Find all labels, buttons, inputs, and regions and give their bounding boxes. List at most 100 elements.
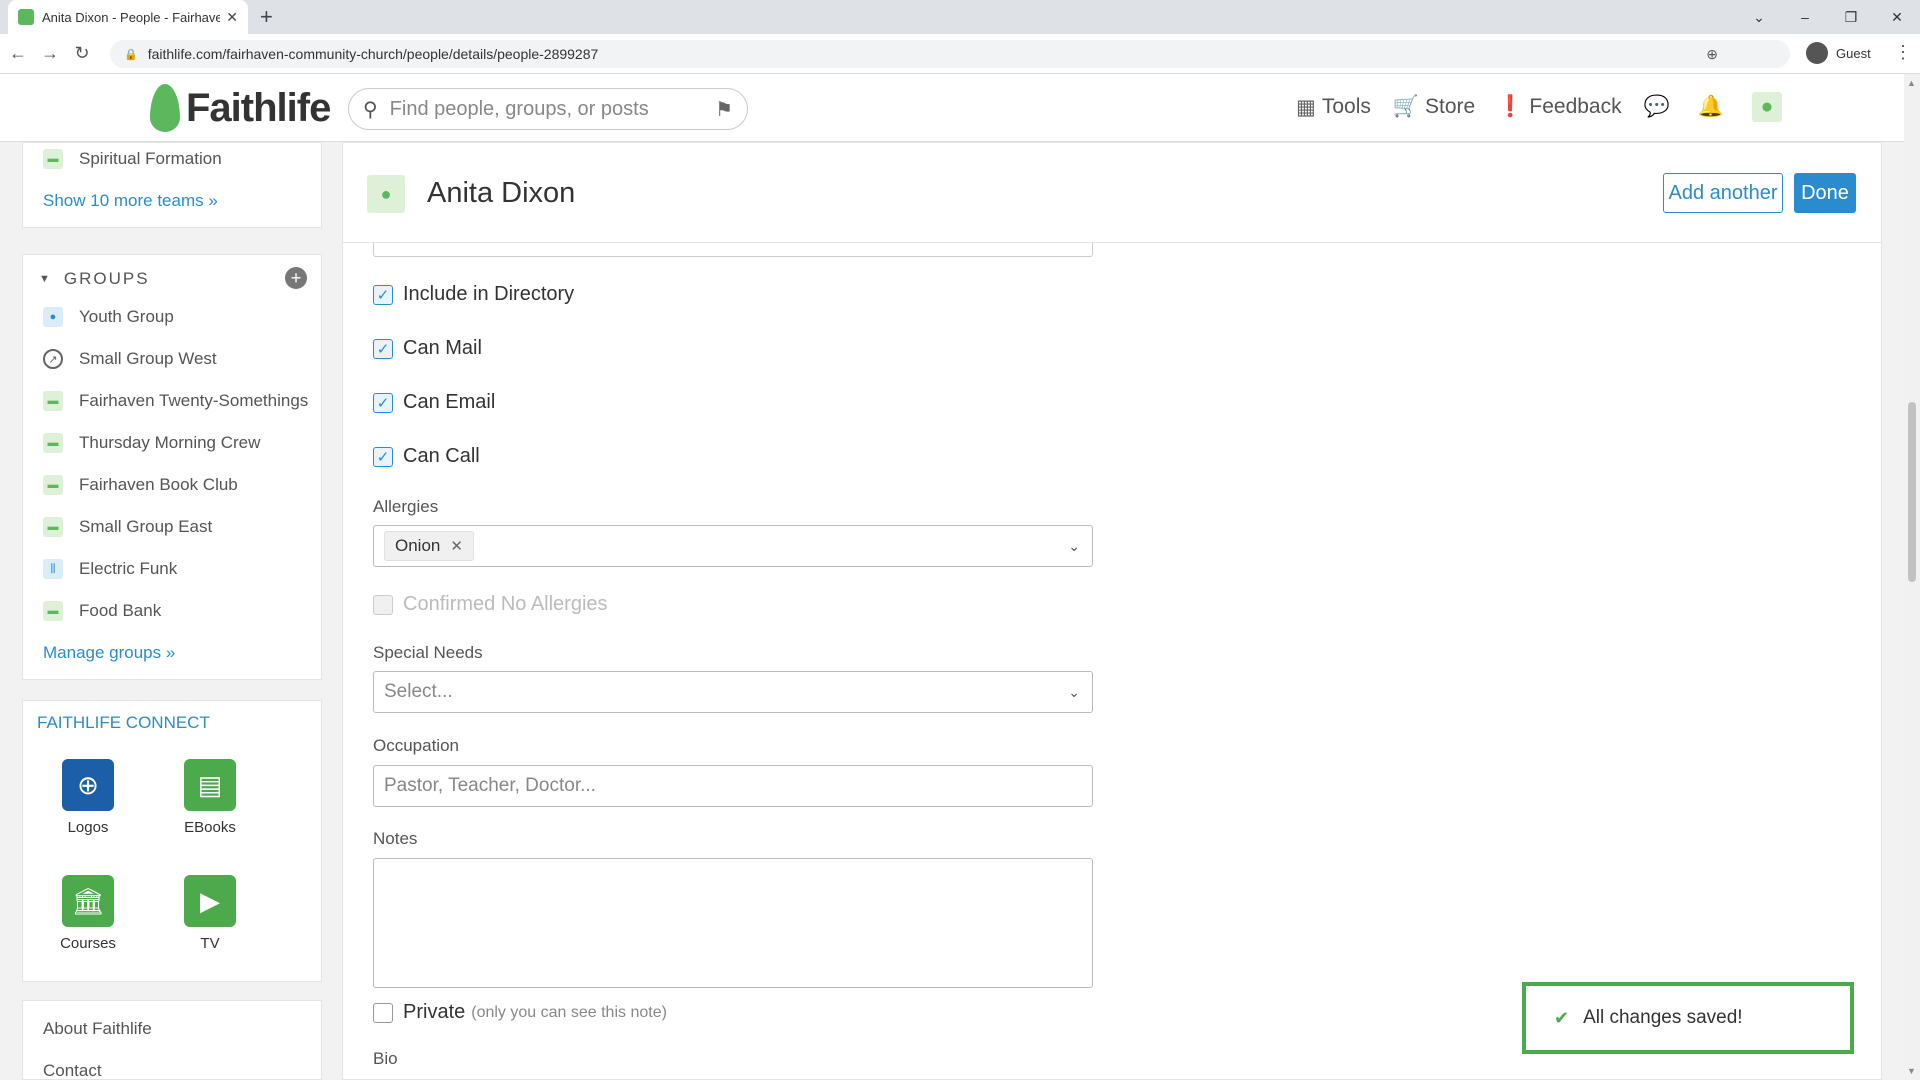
group-label: Small Group West <box>79 349 217 368</box>
tools-menu[interactable]: ▦ Tools <box>1296 95 1371 120</box>
reload-icon[interactable]: ↻ <box>68 43 96 64</box>
checkbox-label: Can Email <box>403 391 496 413</box>
store-label: Store <box>1425 95 1476 118</box>
checkbox-label: Private <box>403 1001 466 1023</box>
url-text: faithlife.com/fairhaven-community-church… <box>147 46 599 62</box>
can-email-checkbox[interactable]: ✓ Can Email <box>373 391 495 414</box>
browser-menu-icon[interactable]: ⋮ <box>1894 42 1912 63</box>
sidebar-item-group[interactable]: ● Youth Group <box>43 307 174 327</box>
cart-icon: 🛒 <box>1392 95 1420 118</box>
allergy-tag: Onion ✕ <box>384 531 474 561</box>
group-icon: ▬ <box>43 391 63 411</box>
back-icon[interactable]: ← <box>4 43 32 64</box>
allergies-select[interactable]: Onion ✕ ⌄ <box>373 525 1093 567</box>
compass-icon: ↗ <box>43 349 63 369</box>
tab-search-icon[interactable]: ⌄ <box>1736 0 1782 34</box>
person-icon: ● <box>1760 95 1774 118</box>
address-bar: ← → ↻ 🔒 faithlife.com/fairhaven-communit… <box>0 34 1920 74</box>
sidebar-item-group[interactable]: ▬ Fairhaven Book Club <box>43 475 238 495</box>
scrollbar-thumb[interactable] <box>1908 402 1916 582</box>
restore-icon[interactable]: ❐ <box>1828 0 1874 34</box>
show-more-teams-link[interactable]: Show 10 more teams » <box>43 191 218 211</box>
zoom-icon[interactable]: ⊕ <box>1706 46 1718 63</box>
checkmark-icon: ✔ <box>1554 1007 1570 1028</box>
user-avatar[interactable]: ● <box>1751 92 1782 122</box>
add-another-button[interactable]: Add another <box>1663 173 1783 213</box>
sidebar-item-group[interactable]: ▬ Thursday Morning Crew <box>43 433 260 453</box>
close-window-icon[interactable]: ✕ <box>1874 0 1920 34</box>
groups-header[interactable]: ▼ GROUPS <box>39 269 150 289</box>
scroll-down-icon[interactable]: ▼ <box>1907 1066 1916 1076</box>
about-faithlife-link[interactable]: About Faithlife <box>43 1019 152 1039</box>
private-checkbox[interactable]: Private (only you can see this note) <box>373 1001 667 1024</box>
special-needs-select[interactable]: Select... ⌄ <box>373 671 1093 713</box>
close-tab-icon[interactable]: ✕ <box>226 9 238 26</box>
search-input[interactable]: ⚲ Find people, groups, or posts ⚑ <box>348 88 748 130</box>
play-icon: ▶ <box>184 875 236 927</box>
faithlife-connect-card: FAITHLIFE CONNECT ⊕ Logos ▤ EBooks 🏛 Cou… <box>22 700 322 982</box>
feedback-menu[interactable]: ❗ Feedback <box>1497 95 1621 119</box>
private-hint: (only you can see this note) <box>471 1003 667 1021</box>
search-icon: ⚲ <box>363 98 378 121</box>
messages-button[interactable]: 💬 <box>1644 95 1676 119</box>
app-tv[interactable]: ▶ TV <box>165 875 255 952</box>
include-in-directory-checkbox[interactable]: ✓ Include in Directory <box>373 283 574 306</box>
page-scrollbar[interactable]: ▲ ▼ <box>1904 74 1920 1080</box>
tab-title: Anita Dixon - People - Fairhaven <box>42 9 221 25</box>
sidebar-item-group[interactable]: ▬ Fairhaven Twenty-Somethings <box>43 391 308 411</box>
checkbox-icon <box>373 594 393 615</box>
checkbox-label: Confirmed No Allergies <box>403 593 608 615</box>
location-pin-icon[interactable]: ⚑ <box>715 97 733 122</box>
occupation-label: Occupation <box>373 736 459 755</box>
app-label: EBooks <box>184 819 236 836</box>
sidebar-item-group[interactable]: ⫼ Electric Funk <box>43 559 177 579</box>
chat-icon: 💬 <box>1643 95 1670 118</box>
notes-textarea[interactable] <box>373 858 1093 988</box>
occupation-input[interactable] <box>373 765 1093 807</box>
app-label: Logos <box>67 819 109 836</box>
person-edit-panel: ✓ Include in Directory ✓ Can Mail ✓ Can … <box>342 142 1882 1080</box>
store-menu[interactable]: 🛒 Store <box>1393 95 1475 119</box>
allergy-tag-label: Onion <box>395 536 441 555</box>
tools-label: Tools <box>1321 95 1371 118</box>
checkmark-icon: ✓ <box>373 446 393 467</box>
app-ebooks[interactable]: ▤ EBooks <box>165 759 255 836</box>
manage-groups-link[interactable]: Manage groups » <box>43 643 175 663</box>
chevron-down-icon[interactable]: ⌄ <box>1068 538 1080 555</box>
app-logos[interactable]: ⊕ Logos <box>43 759 133 836</box>
done-button[interactable]: Done <box>1794 173 1856 213</box>
sidebar-item-group[interactable]: ▬ Food Bank <box>43 601 161 621</box>
profile-avatar-icon <box>1806 42 1828 64</box>
connect-title: FAITHLIFE CONNECT <box>37 713 210 732</box>
person-avatar-icon: ● <box>367 175 405 213</box>
partial-select-field[interactable] <box>373 243 1093 257</box>
allergies-label: Allergies <box>373 497 439 516</box>
can-call-checkbox[interactable]: ✓ Can Call <box>373 445 480 468</box>
checkmark-icon: ✓ <box>373 284 393 305</box>
faithlife-favicon-icon <box>18 9 34 25</box>
app-courses[interactable]: 🏛 Courses <box>43 875 133 952</box>
profile-button[interactable]: Guest <box>1806 42 1871 64</box>
contact-link[interactable]: Contact <box>43 1061 102 1080</box>
lock-icon[interactable]: 🔒 <box>124 48 138 61</box>
new-tab-icon[interactable]: + <box>260 4 273 30</box>
notifications-button[interactable]: 🔔 <box>1698 95 1730 119</box>
url-field[interactable]: 🔒 faithlife.com/fairhaven-community-chur… <box>110 40 1790 68</box>
scroll-up-icon[interactable]: ▲ <box>1907 78 1916 88</box>
remove-tag-icon[interactable]: ✕ <box>450 537 463 555</box>
collapse-caret-icon: ▼ <box>39 273 52 285</box>
sidebar-item-group[interactable]: ▬ Small Group East <box>43 517 212 537</box>
can-mail-checkbox[interactable]: ✓ Can Mail <box>373 337 482 360</box>
forward-icon[interactable]: → <box>36 43 64 64</box>
person-group-icon: ● <box>43 307 63 327</box>
ebook-icon: ▤ <box>184 759 236 811</box>
chevron-down-icon[interactable]: ⌄ <box>1068 684 1080 701</box>
sidebar-item-group[interactable]: ↗ Small Group West <box>43 349 217 369</box>
window-controls: ⌄ – ❐ ✕ <box>1736 0 1920 34</box>
browser-tab[interactable]: Anita Dixon - People - Fairhaven ✕ <box>8 0 248 34</box>
add-group-icon[interactable]: + <box>285 267 307 289</box>
faithlife-logo[interactable]: Faithlife <box>150 84 331 132</box>
sidebar-item-team[interactable]: ▬ Spiritual Formation <box>43 149 222 169</box>
notes-label: Notes <box>373 829 418 848</box>
minimize-icon[interactable]: – <box>1782 0 1828 34</box>
